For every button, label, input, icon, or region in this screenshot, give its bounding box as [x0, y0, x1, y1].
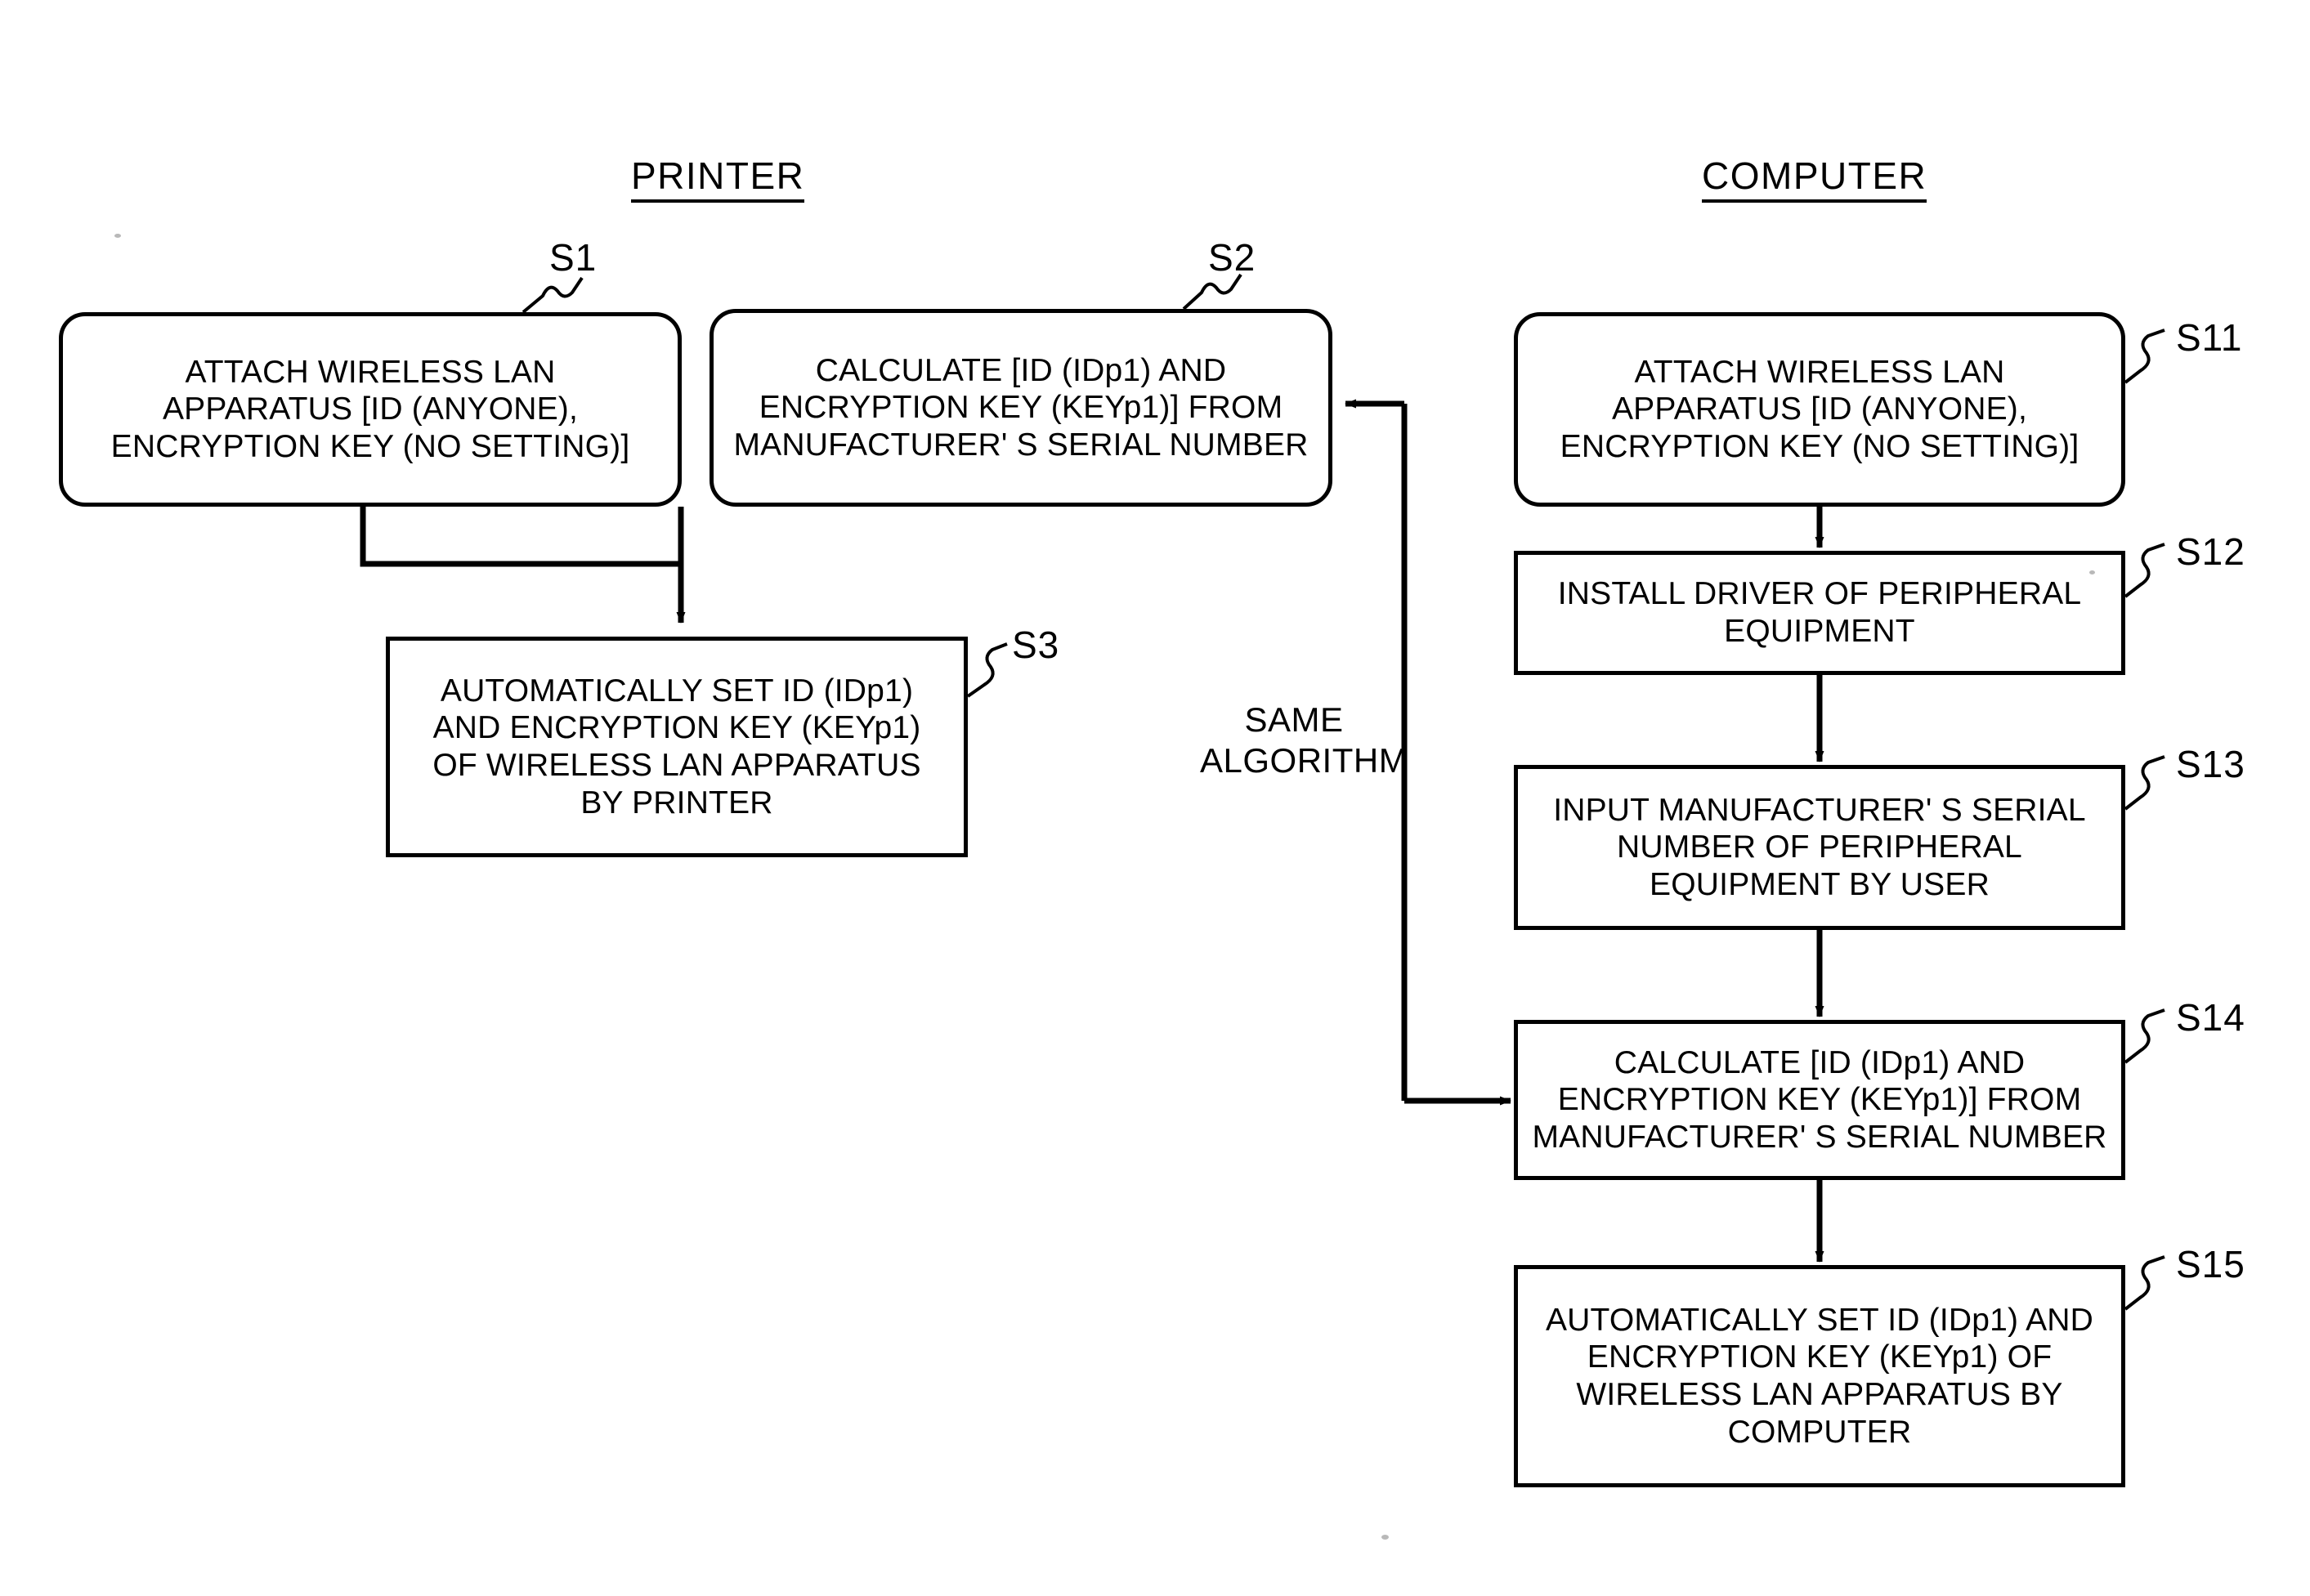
column-title-computer: COMPUTER: [1702, 154, 1927, 203]
process-box-s15: AUTOMATICALLY SET ID (IDp1) AND ENCRYPTI…: [1514, 1265, 2125, 1487]
process-box-s3: AUTOMATICALLY SET ID (IDp1) AND ENCRYPTI…: [386, 637, 968, 857]
process-box-s11: ATTACH WIRELESS LAN APPARATUS [ID (ANYON…: [1514, 312, 2125, 507]
leader-line-s2: [1182, 273, 1242, 311]
step-label-s13: S13: [2176, 743, 2245, 785]
process-box-s14: CALCULATE [ID (IDp1) AND ENCRYPTION KEY …: [1514, 1020, 2125, 1180]
scan-speckle: [2089, 570, 2095, 574]
step-label-s11: S11: [2176, 316, 2243, 359]
annotation-same-algorithm: SAME ALGORITHM: [1200, 700, 1408, 780]
step-label-s14: S14: [2176, 996, 2245, 1039]
leader-line-s12: [2124, 543, 2165, 598]
scan-speckle: [1381, 1535, 1389, 1540]
process-box-s13: INPUT MANUFACTURER' S SERIAL NUMBER OF P…: [1514, 765, 2125, 930]
leader-line-s13: [2124, 755, 2165, 811]
step-label-s12: S12: [2176, 530, 2245, 573]
process-box-s1: ATTACH WIRELESS LAN APPARATUS [ID (ANYON…: [59, 312, 682, 507]
leader-line-s15: [2124, 1255, 2165, 1311]
step-label-s3: S3: [1012, 624, 1060, 666]
step-label-s1: S1: [549, 236, 598, 279]
process-box-s12: INSTALL DRIVER OF PERIPHERAL EQUIPMENT: [1514, 551, 2125, 675]
leader-line-s11: [2124, 329, 2165, 384]
leader-line-s14: [2124, 1008, 2165, 1064]
scan-speckle: [114, 234, 121, 238]
leader-line-s3: [966, 642, 1008, 698]
column-title-printer: PRINTER: [631, 154, 805, 203]
process-box-s2: CALCULATE [ID (IDp1) AND ENCRYPTION KEY …: [710, 309, 1332, 507]
figure-canvas: S2 right edge -->: [0, 0, 2310, 1596]
connector-s1-to-s3: [360, 507, 681, 567]
leader-line-s1: [522, 276, 584, 314]
step-label-s15: S15: [2176, 1243, 2245, 1285]
step-label-s2: S2: [1208, 236, 1256, 279]
